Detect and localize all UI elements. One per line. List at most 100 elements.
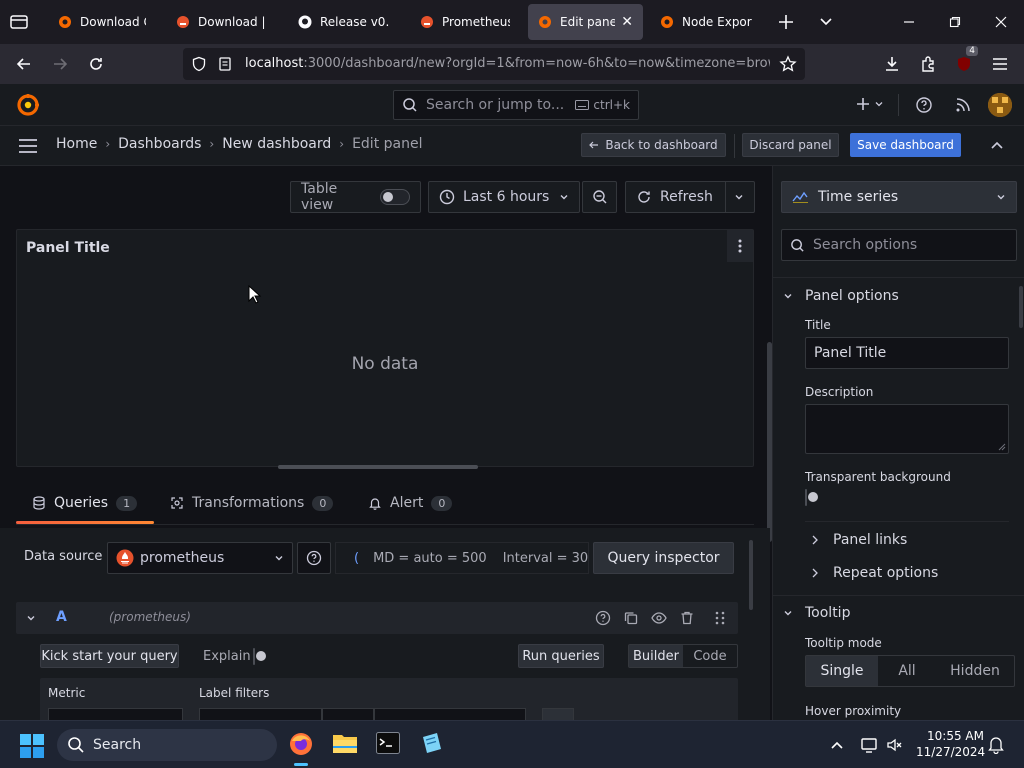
transparent-background-switch[interactable] bbox=[805, 489, 807, 506]
notepad-taskbar-icon[interactable] bbox=[420, 731, 444, 755]
show-hidden-icons-chevron-icon[interactable] bbox=[830, 738, 844, 752]
time-range-picker[interactable]: Last 6 hours bbox=[428, 181, 580, 213]
firefox-taskbar-icon[interactable] bbox=[288, 731, 314, 766]
help-icon[interactable] bbox=[915, 96, 933, 114]
tooltip-mode-single[interactable]: Single bbox=[806, 656, 878, 686]
run-queries-label: Run queries bbox=[522, 648, 600, 664]
ublock-origin-icon[interactable]: 4 bbox=[952, 46, 978, 76]
breadcrumb-new-dashboard[interactable]: New dashboard bbox=[222, 136, 331, 152]
browser-tab-2[interactable]: Download | Pr bbox=[166, 4, 278, 40]
tab-list-icon[interactable] bbox=[8, 12, 30, 32]
forward-arrow-icon[interactable] bbox=[48, 52, 72, 76]
kick-start-query-button[interactable]: Kick start your query bbox=[40, 644, 179, 668]
close-tab-icon[interactable]: ✕ bbox=[621, 14, 633, 30]
query-ref-source: (prometheus) bbox=[109, 610, 191, 624]
browser-tab-6[interactable]: Node Exporte bbox=[650, 4, 762, 40]
shield-icon[interactable] bbox=[191, 56, 207, 72]
query-ref-id[interactable]: A bbox=[56, 609, 67, 625]
keyboard-icon bbox=[575, 100, 590, 110]
mode-builder-option[interactable]: Builder bbox=[629, 645, 683, 667]
run-queries-button[interactable]: Run queries bbox=[518, 644, 604, 668]
terminal-taskbar-icon[interactable] bbox=[376, 732, 400, 754]
zoom-out-button[interactable] bbox=[582, 181, 617, 213]
panel-links-label: Panel links bbox=[833, 532, 908, 548]
tab-transformations[interactable]: Transformations 0 bbox=[170, 495, 334, 511]
bookmark-star-icon[interactable] bbox=[779, 55, 797, 73]
tab-queries[interactable]: Queries 1 bbox=[32, 495, 138, 511]
visualization-picker[interactable]: Time series bbox=[781, 181, 1017, 213]
new-tab-icon[interactable] bbox=[776, 12, 796, 32]
query-inspector-button[interactable]: Query inspector bbox=[593, 542, 734, 574]
drag-handle-icon[interactable] bbox=[714, 610, 726, 626]
collapse-chevron-up-icon[interactable] bbox=[990, 139, 1004, 153]
tab-overflow-chevron-icon[interactable] bbox=[816, 12, 836, 32]
browser-tab-4[interactable]: Prometheus T bbox=[410, 4, 520, 40]
extensions-puzzle-icon[interactable] bbox=[916, 52, 940, 76]
url-bar[interactable]: localhost:3000/dashboard/new?orgId=1&fro… bbox=[183, 48, 805, 80]
back-arrow-icon[interactable] bbox=[12, 52, 36, 76]
volume-muted-icon[interactable] bbox=[886, 736, 904, 754]
delete-query-trash-icon[interactable] bbox=[679, 610, 695, 626]
url-text[interactable]: localhost:3000/dashboard/new?orgId=1&fro… bbox=[245, 56, 770, 71]
datasource-help-button[interactable] bbox=[297, 542, 331, 574]
explain-switch[interactable] bbox=[253, 648, 255, 665]
page-info-icon[interactable] bbox=[217, 56, 233, 72]
panel-resize-handle[interactable] bbox=[278, 465, 478, 469]
browser-tab-3[interactable]: Release v0.29. bbox=[288, 4, 400, 40]
network-icon[interactable] bbox=[860, 736, 878, 754]
tooltip-section-header[interactable]: Tooltip bbox=[773, 603, 1024, 623]
discard-panel-button[interactable]: Discard panel bbox=[742, 133, 839, 157]
panel-options-section-header[interactable]: Panel options bbox=[773, 286, 1024, 306]
collapse-chevron-down-icon[interactable] bbox=[26, 613, 36, 623]
menu-toggle-icon[interactable] bbox=[18, 138, 38, 154]
breadcrumb-dashboards[interactable]: Dashboards bbox=[118, 136, 201, 152]
downloads-icon[interactable] bbox=[880, 52, 904, 76]
datasource-picker[interactable]: prometheus bbox=[107, 542, 293, 574]
arrow-left-icon bbox=[589, 141, 599, 149]
add-new-icon[interactable] bbox=[855, 96, 884, 112]
back-to-dashboard-button[interactable]: Back to dashboard bbox=[581, 133, 726, 157]
options-search-input[interactable]: Search options bbox=[781, 229, 1017, 261]
clock-icon bbox=[439, 189, 455, 205]
grafana-logo-icon[interactable] bbox=[16, 93, 40, 117]
save-dashboard-button[interactable]: Save dashboard bbox=[850, 133, 961, 157]
repeat-options-section-header[interactable]: Repeat options bbox=[773, 563, 1024, 583]
tab-alert[interactable]: Alert 0 bbox=[368, 495, 453, 511]
chevron-down-icon[interactable] bbox=[734, 192, 744, 202]
tooltip-mode-hidden[interactable]: Hidden bbox=[936, 656, 1014, 686]
tooltip-mode-all[interactable]: All bbox=[878, 656, 936, 686]
toggle-visibility-eye-icon[interactable] bbox=[651, 610, 667, 626]
browser-tab-5-active[interactable]: Edit panel - ✕ bbox=[528, 4, 643, 40]
notifications-bell-icon[interactable] bbox=[988, 736, 1004, 754]
duplicate-query-icon[interactable] bbox=[623, 610, 639, 626]
panel-menu-icon[interactable] bbox=[727, 230, 753, 262]
close-window-icon[interactable] bbox=[978, 0, 1024, 44]
windows-start-icon[interactable] bbox=[20, 734, 44, 758]
query-row-header[interactable]: A (prometheus) bbox=[16, 602, 738, 634]
resize-grip-icon[interactable] bbox=[996, 441, 1006, 451]
panel-preview[interactable]: Panel Title No data bbox=[16, 229, 754, 467]
file-explorer-taskbar-icon[interactable] bbox=[332, 732, 358, 754]
mode-code-option[interactable]: Code bbox=[683, 645, 737, 667]
table-view-switch[interactable] bbox=[380, 189, 410, 205]
news-rss-icon[interactable] bbox=[954, 96, 972, 114]
query-options-toggle[interactable]: ( MD = auto = 500 Interval = 30s bbox=[335, 542, 589, 574]
description-textarea[interactable] bbox=[805, 404, 1009, 454]
refresh-button[interactable]: Refresh bbox=[625, 181, 755, 213]
clock-area[interactable]: 10:55 AM 11/27/2024 bbox=[916, 728, 985, 760]
reload-icon[interactable] bbox=[84, 52, 108, 76]
breadcrumb-home[interactable]: Home bbox=[56, 136, 97, 152]
options-scrollbar[interactable] bbox=[1019, 286, 1023, 328]
query-help-icon[interactable] bbox=[595, 610, 611, 626]
taskbar-search-box[interactable]: Search bbox=[57, 729, 277, 761]
browser-tab-1[interactable]: Download Gra bbox=[48, 4, 156, 40]
table-view-toggle[interactable]: Table view bbox=[290, 181, 421, 213]
panel-title-input[interactable]: Panel Title bbox=[805, 337, 1009, 369]
minimize-window-icon[interactable] bbox=[886, 0, 932, 44]
hamburger-menu-icon[interactable] bbox=[988, 52, 1012, 76]
grafana-search-input[interactable]: Search or jump to... ctrl+k bbox=[393, 90, 639, 120]
restore-window-icon[interactable] bbox=[932, 0, 978, 44]
panel-links-section-header[interactable]: Panel links bbox=[773, 530, 1024, 550]
query-scrollbar[interactable] bbox=[749, 540, 753, 610]
user-avatar[interactable] bbox=[988, 93, 1012, 117]
